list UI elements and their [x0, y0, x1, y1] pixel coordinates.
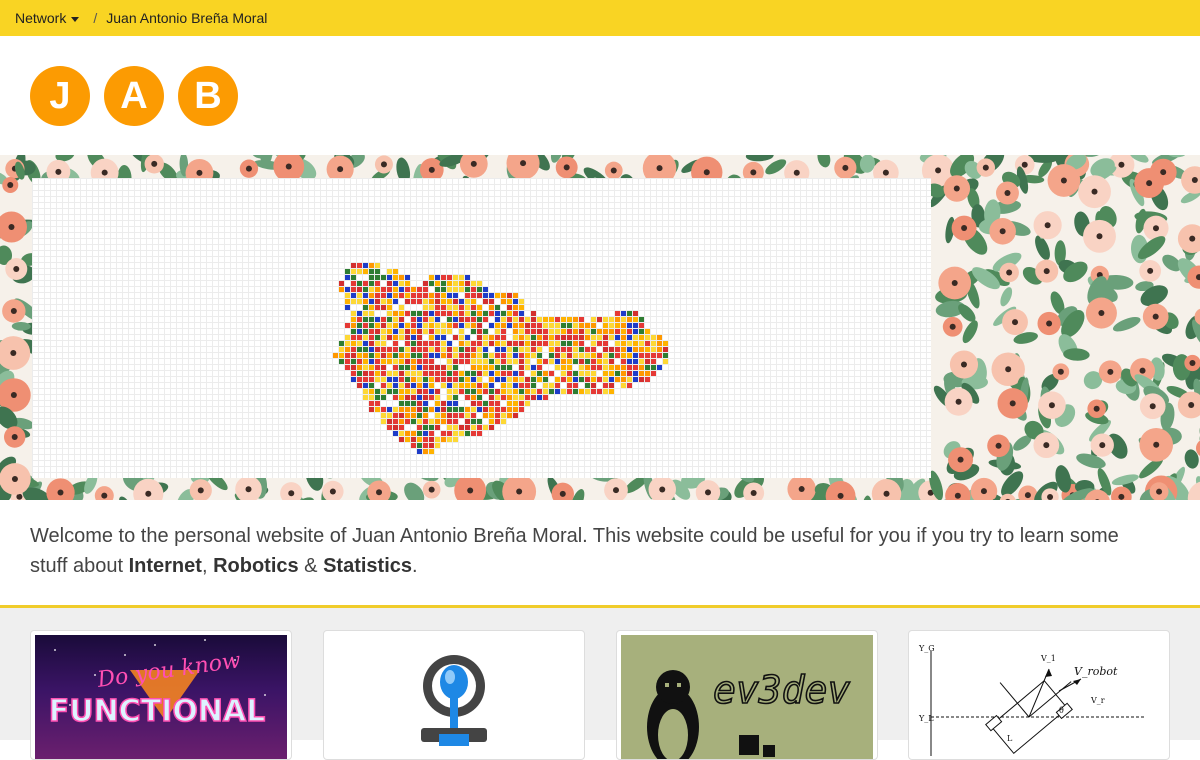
joystick-gear-icon [324, 631, 585, 760]
tux-penguin-icon [647, 670, 699, 760]
projects-section: Do you know FUNCTIONAL [0, 605, 1200, 740]
label-l: L [1007, 734, 1013, 743]
logo-letter-b: B [178, 66, 238, 126]
network-dropdown[interactable]: Network [15, 10, 79, 26]
ev3dev-card[interactable]: ev3dev [616, 630, 878, 760]
label-yg: Y_G [918, 644, 935, 653]
topic-internet: Internet [129, 555, 202, 577]
functional-thumbnail: Do you know FUNCTIONAL [35, 635, 287, 759]
ev3dev-thumbnail: ev3dev [621, 635, 873, 759]
breadcrumb-current: Juan Antonio Breña Moral [106, 10, 267, 26]
label-vr: V_r [1090, 696, 1105, 705]
functional-title-text: FUNCTIONAL [49, 694, 266, 729]
comma: , [202, 555, 213, 577]
topic-statistics: Statistics [323, 555, 412, 577]
label-yl: Y_L [918, 714, 934, 723]
label-v1: V_1 [1040, 654, 1056, 663]
functional-card[interactable]: Do you know FUNCTIONAL [30, 630, 292, 760]
robot-kinematics-card[interactable]: Y_G Y_L V_1 V_robot V_r θ L [908, 630, 1170, 760]
ampersand: & [299, 555, 323, 577]
label-theta: θ [1059, 706, 1064, 715]
hero-banner [0, 155, 1200, 500]
period: . [412, 555, 418, 577]
site-logo[interactable]: J A B [30, 66, 238, 126]
welcome-text: Welcome to the personal website of Juan … [30, 521, 1150, 581]
breadcrumb-separator: / [93, 10, 97, 26]
joystick-card[interactable] [323, 630, 585, 760]
label-vrobot: V_robot [1074, 665, 1118, 678]
network-label: Network [15, 10, 66, 26]
pixel-map-canvas [32, 178, 931, 478]
ev3dev-logo-text: ev3dev [713, 668, 850, 712]
ev3dev-art: ev3dev [621, 635, 875, 760]
pixel-map-art [32, 178, 931, 478]
logo-letter-a: A [104, 66, 164, 126]
logo-letter-j: J [30, 66, 90, 126]
top-navbar: Network / Juan Antonio Breña Moral [0, 0, 1200, 36]
functional-art: Do you know FUNCTIONAL [35, 635, 289, 760]
topic-robotics: Robotics [213, 555, 299, 577]
kinematics-diagram: Y_G Y_L V_1 V_robot V_r θ L [909, 631, 1170, 760]
caret-down-icon [71, 17, 79, 22]
